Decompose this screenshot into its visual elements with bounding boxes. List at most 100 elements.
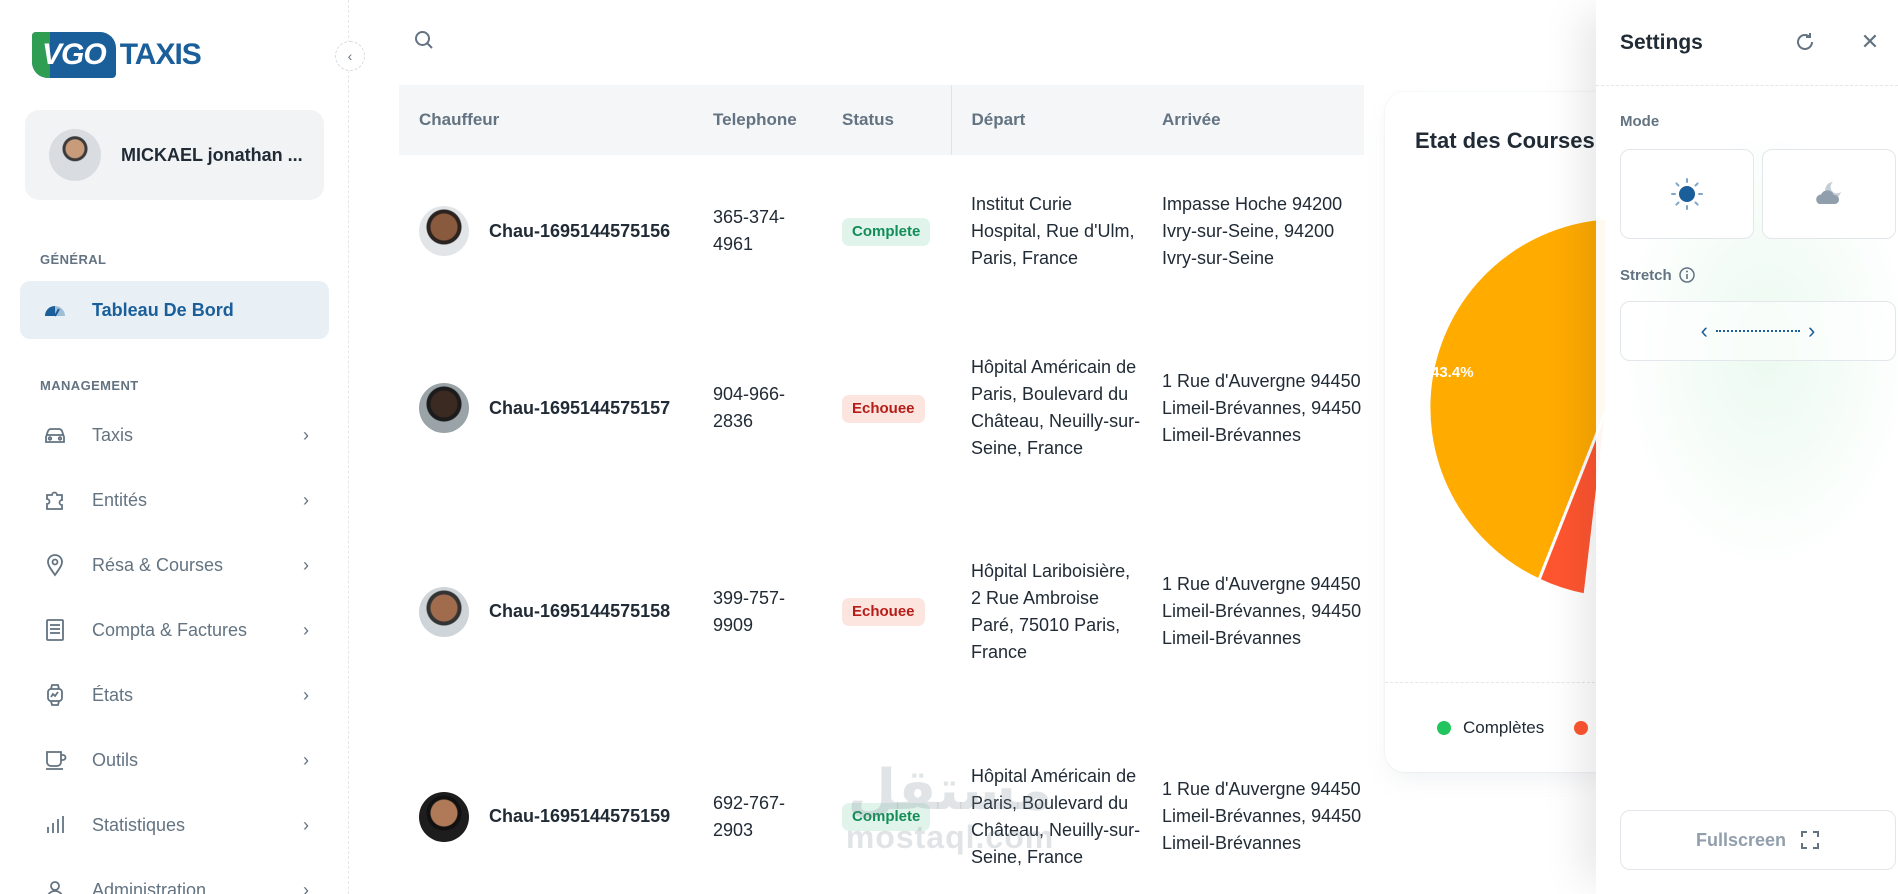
car-icon bbox=[42, 422, 68, 448]
sidebar-item-label: Compta & Factures bbox=[92, 619, 248, 640]
card-divider bbox=[1385, 682, 1615, 683]
fullscreen-button[interactable]: Fullscreen bbox=[1620, 810, 1896, 870]
sidebar-item-outils[interactable]: Outils › bbox=[20, 731, 329, 789]
sidebar: VGO TAXIS MICKAEL jonathan ... GÉNÉRAL T… bbox=[0, 0, 349, 894]
pie-slice-label: 43.4% bbox=[1431, 364, 1474, 381]
column-header-phone[interactable]: Telephone bbox=[693, 85, 822, 155]
driver-name: Chau-1695144575157 bbox=[489, 397, 671, 418]
sidebar-item-compta-factures[interactable]: Compta & Factures › bbox=[20, 601, 329, 659]
table-header-row: Chauffeur Telephone Status Départ Arrivé… bbox=[399, 85, 1364, 155]
cup-icon bbox=[42, 747, 68, 773]
moon-cloud-icon bbox=[1816, 182, 1841, 204]
stretch-label-text: Stretch bbox=[1620, 266, 1672, 284]
logo-badge: VGO bbox=[32, 32, 116, 78]
trips-table: Chauffeur Telephone Status Départ Arrivé… bbox=[399, 85, 1364, 894]
mode-light-option[interactable] bbox=[1620, 149, 1754, 239]
sidebar-item-entites[interactable]: Entités › bbox=[20, 471, 329, 529]
phone-cell: 692-767-2903 bbox=[713, 792, 786, 840]
column-header-status[interactable]: Status bbox=[822, 85, 951, 155]
legend-dot bbox=[1574, 721, 1589, 735]
sidebar-item-resa-courses[interactable]: Résa & Courses › bbox=[20, 536, 329, 594]
search-input[interactable] bbox=[446, 22, 946, 58]
avatar bbox=[49, 129, 101, 181]
column-header-departure[interactable]: Départ bbox=[950, 85, 1142, 155]
arrival-cell: 1 Rue d'Auvergne 94450 Limeil-Brévannes,… bbox=[1162, 574, 1362, 648]
driver-avatar bbox=[419, 383, 469, 433]
chevron-right-icon: › bbox=[303, 619, 309, 640]
status-badge: Echouee bbox=[842, 394, 925, 423]
mode-dark-option[interactable] bbox=[1762, 149, 1896, 239]
chevron-left-icon: ‹ bbox=[347, 48, 353, 64]
legend-dot bbox=[1437, 721, 1451, 735]
chevron-right-icon: › bbox=[1808, 318, 1816, 343]
nav-subheader-management: MANAGEMENT bbox=[40, 378, 139, 393]
fullscreen-label: Fullscreen bbox=[1695, 829, 1787, 850]
sun-icon bbox=[1671, 178, 1703, 210]
stretch-toggle[interactable]: ‹ › bbox=[1620, 301, 1896, 361]
legend-item-completed[interactable]: Complètes bbox=[1437, 718, 1544, 738]
stretch-label: Stretch bbox=[1620, 266, 1696, 284]
brand-logo[interactable]: VGO TAXIS bbox=[32, 30, 202, 80]
table-row[interactable]: Chau-1695144575156 365-374-4961 Complete… bbox=[399, 155, 1364, 307]
map-pin-icon bbox=[42, 552, 68, 578]
sidebar-item-dashboard[interactable]: Tableau De Bord bbox=[20, 281, 329, 339]
sidebar-item-taxis[interactable]: Taxis › bbox=[20, 406, 329, 464]
mode-label: Mode bbox=[1620, 113, 1660, 130]
document-icon bbox=[42, 617, 68, 643]
bar-chart-icon bbox=[42, 812, 68, 838]
column-header-arrival[interactable]: Arrivée bbox=[1142, 85, 1364, 155]
phone-cell: 399-757-9909 bbox=[713, 587, 786, 635]
nav-subheader-general: GÉNÉRAL bbox=[40, 252, 107, 267]
close-icon: ✕ bbox=[1860, 29, 1880, 54]
driver-name: Chau-1695144575158 bbox=[489, 601, 671, 621]
phone-cell: 365-374-4961 bbox=[713, 207, 786, 254]
chevron-right-icon: › bbox=[303, 554, 309, 575]
settings-drawer: Settings ✕ Mode Stretch ‹ › Fullscreen bbox=[1596, 0, 1898, 894]
gauge-icon bbox=[42, 297, 68, 323]
driver-name: Chau-1695144575156 bbox=[489, 220, 671, 241]
table-row[interactable]: Chau-1695144575158 399-757-9909 Echouee … bbox=[399, 509, 1364, 714]
refresh-icon bbox=[1797, 33, 1813, 50]
table-row[interactable]: Chau-1695144575157 904-966-2836 Echouee … bbox=[399, 307, 1364, 509]
watch-icon bbox=[42, 682, 68, 708]
drawer-header: Settings ✕ bbox=[1596, 0, 1898, 86]
drawer-title: Settings bbox=[1620, 31, 1703, 54]
sidebar-collapse-button[interactable]: ‹ bbox=[335, 41, 365, 71]
departure-cell: Hôpital Américain de Paris, Boulevard du… bbox=[971, 765, 1141, 867]
status-badge: Echouee bbox=[842, 598, 925, 626]
phone-cell: 904-966-2836 bbox=[713, 384, 786, 431]
search-icon[interactable] bbox=[412, 28, 436, 52]
sidebar-item-etats[interactable]: États › bbox=[20, 666, 329, 724]
chevron-right-icon: › bbox=[303, 424, 309, 445]
close-button[interactable]: ✕ bbox=[1856, 28, 1884, 56]
arrival-cell: 1 Rue d'Auvergne 94450 Limeil-Brévannes,… bbox=[1162, 370, 1362, 445]
user-icon bbox=[42, 877, 68, 894]
sidebar-item-statistiques[interactable]: Statistiques › bbox=[20, 796, 329, 854]
sidebar-item-label: Résa & Courses bbox=[92, 554, 224, 575]
driver-avatar bbox=[419, 586, 469, 637]
sidebar-item-label: Entités bbox=[92, 489, 148, 510]
reset-button[interactable] bbox=[1791, 28, 1819, 56]
sidebar-item-label: Outils bbox=[92, 749, 139, 770]
driver-name: Chau-1695144575159 bbox=[489, 806, 671, 826]
chevron-right-icon: › bbox=[303, 879, 309, 894]
arrival-cell: 1 Rue d'Auvergne 94450 Limeil-Brévannes,… bbox=[1162, 779, 1362, 853]
info-icon[interactable] bbox=[1678, 266, 1696, 284]
sidebar-item-label: Statistiques bbox=[92, 814, 186, 835]
chevron-right-icon: › bbox=[303, 684, 309, 705]
departure-cell: Hôpital Lariboisière, 2 Rue Ambroise Par… bbox=[971, 560, 1131, 662]
course-status-card: Etat des Courses 43.4% Complètes bbox=[1385, 92, 1615, 772]
driver-avatar bbox=[419, 206, 469, 256]
logo-text: TAXIS bbox=[119, 38, 202, 71]
sidebar-item-administration[interactable]: Administration › bbox=[20, 861, 329, 894]
sidebar-item-label: Taxis bbox=[92, 424, 134, 445]
legend-label: Complètes bbox=[1463, 718, 1545, 737]
sidebar-item-label: États bbox=[92, 684, 134, 705]
status-badge: Complete bbox=[842, 217, 931, 246]
chevron-right-icon: › bbox=[303, 814, 309, 835]
account-card[interactable]: MICKAEL jonathan ... bbox=[25, 110, 324, 200]
table-row[interactable]: Chau-1695144575159 692-767-2903 Complete… bbox=[399, 714, 1364, 894]
column-header-driver[interactable]: Chauffeur bbox=[399, 85, 693, 155]
table: Chauffeur Telephone Status Départ Arrivé… bbox=[399, 85, 1364, 894]
sidebar-item-label: Administration bbox=[92, 879, 207, 894]
